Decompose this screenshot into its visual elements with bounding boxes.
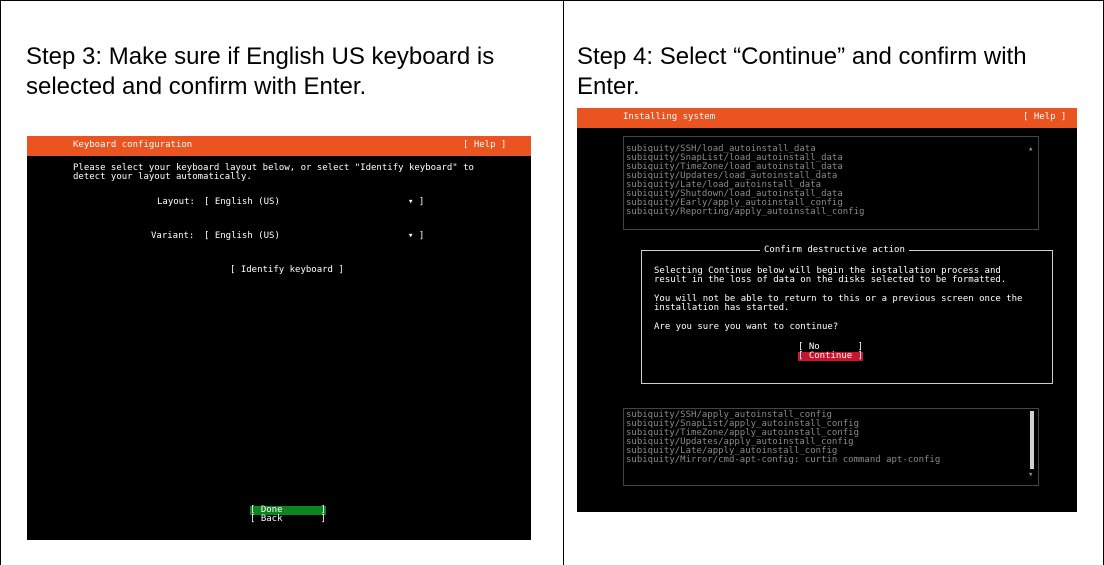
layout-select[interactable]: [ English (US)	[204, 198, 280, 207]
screen-header: Keyboard configuration [ Help ]	[27, 136, 531, 156]
variant-select[interactable]: [ English (US)	[204, 232, 280, 241]
log-line: subiquity/Mirror/cmd-apt-config: curtin …	[626, 455, 941, 465]
table-border-top	[0, 0, 1104, 1]
dialog-p2-line2: installation has started.	[654, 303, 790, 313]
step4-caption: Step 4: Select “Continue” and confirm wi…	[577, 42, 1027, 102]
dialog-p1-line2: result in the loss of data on the disks …	[654, 275, 1007, 285]
step3-caption-line1: Step 3: Make sure if English US keyboard…	[26, 43, 495, 70]
confirm-dialog: Confirm destructive action Selecting Con…	[641, 246, 1053, 384]
table-border-left	[0, 0, 1, 565]
keyboard-config-screen: Keyboard configuration [ Help ] Please s…	[27, 136, 531, 540]
log-line: subiquity/Reporting/apply_autoinstall_co…	[626, 207, 865, 217]
intro-line2: detect your layout automatically.	[73, 172, 252, 182]
table-cell-divider	[563, 0, 564, 565]
dialog-title: Confirm destructive action	[760, 246, 909, 255]
help-button[interactable]: [ Help ]	[1023, 113, 1066, 122]
continue-button[interactable]: [ Continue ]	[798, 352, 864, 361]
screen-header: Installing system [ Help ]	[577, 108, 1077, 128]
step3-caption: Step 3: Make sure if English US keyboard…	[26, 42, 494, 102]
variant-dropdown-icon[interactable]: ▾ ]	[408, 232, 424, 241]
screen-title: Keyboard configuration	[73, 140, 193, 150]
scroll-up-icon[interactable]: ▴	[1028, 145, 1033, 154]
layout-label: Layout:	[157, 197, 195, 207]
step4-caption-line1: Step 4: Select “Continue” and confirm wi…	[577, 43, 1027, 70]
back-button[interactable]: [ Back ]	[250, 515, 326, 524]
scrollbar-thumb[interactable]	[1030, 411, 1034, 469]
log-box-top: subiquity/SSH/load_autoinstall_data subi…	[623, 136, 1039, 230]
step3-caption-line2: selected and confirm with Enter.	[26, 73, 367, 100]
help-button[interactable]: [ Help ]	[463, 141, 506, 150]
dialog-question: Are you sure you want to continue?	[654, 322, 839, 332]
installing-system-screen: Installing system [ Help ] subiquity/SSH…	[577, 108, 1077, 512]
log-box-bottom: subiquity/SSH/apply_autoinstall_config s…	[623, 408, 1039, 486]
layout-dropdown-icon[interactable]: ▾ ]	[408, 198, 424, 207]
scroll-down-icon[interactable]: ▾	[1028, 471, 1033, 480]
identify-keyboard-button[interactable]: [ Identify keyboard ]	[230, 266, 344, 275]
step4-caption-line2: Enter.	[577, 73, 640, 100]
variant-label: Variant:	[151, 231, 195, 241]
screen-title: Installing system	[623, 112, 716, 122]
